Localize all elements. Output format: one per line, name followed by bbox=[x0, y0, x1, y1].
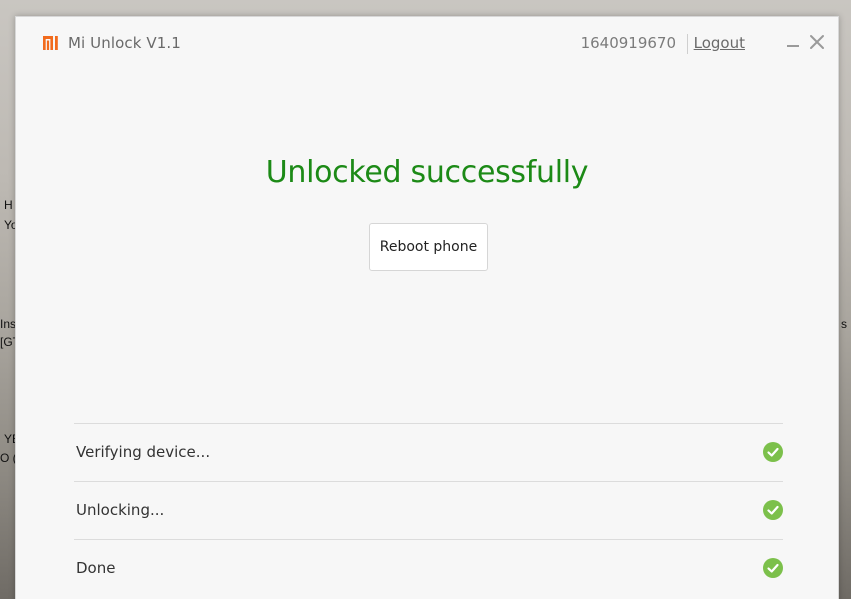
check-icon bbox=[763, 558, 783, 578]
reboot-phone-button[interactable]: Reboot phone bbox=[369, 223, 488, 271]
mi-unlock-window: Mi Unlock V1.1 1640919670 Logout Unlocke… bbox=[15, 16, 839, 599]
check-icon bbox=[763, 500, 783, 520]
unlock-status-title: Unlocked successfully bbox=[265, 155, 589, 190]
close-button[interactable] bbox=[806, 31, 828, 53]
progress-steps: Verifying device... Unlocking... Done bbox=[74, 423, 783, 597]
app-title: Mi Unlock V1.1 bbox=[68, 34, 181, 52]
logout-link[interactable]: Logout bbox=[694, 34, 745, 52]
desktop-fragment: H bbox=[4, 198, 13, 212]
step-label: Done bbox=[76, 559, 116, 577]
account-id: 1640919670 bbox=[580, 34, 676, 52]
step-label: Unlocking... bbox=[76, 501, 165, 519]
title-bar[interactable]: Mi Unlock V1.1 1640919670 Logout bbox=[16, 17, 838, 71]
mi-logo-icon bbox=[43, 36, 58, 50]
step-row: Unlocking... bbox=[74, 481, 783, 539]
minimize-icon bbox=[787, 45, 799, 47]
desktop-fragment: s bbox=[841, 317, 847, 331]
step-row: Done bbox=[74, 539, 783, 597]
step-label: Verifying device... bbox=[76, 443, 211, 461]
check-icon bbox=[763, 442, 783, 462]
divider bbox=[687, 34, 688, 54]
desktop-fragment: Ins bbox=[0, 317, 17, 331]
minimize-button[interactable] bbox=[782, 31, 804, 53]
close-icon bbox=[810, 35, 824, 49]
step-row: Verifying device... bbox=[74, 423, 783, 481]
